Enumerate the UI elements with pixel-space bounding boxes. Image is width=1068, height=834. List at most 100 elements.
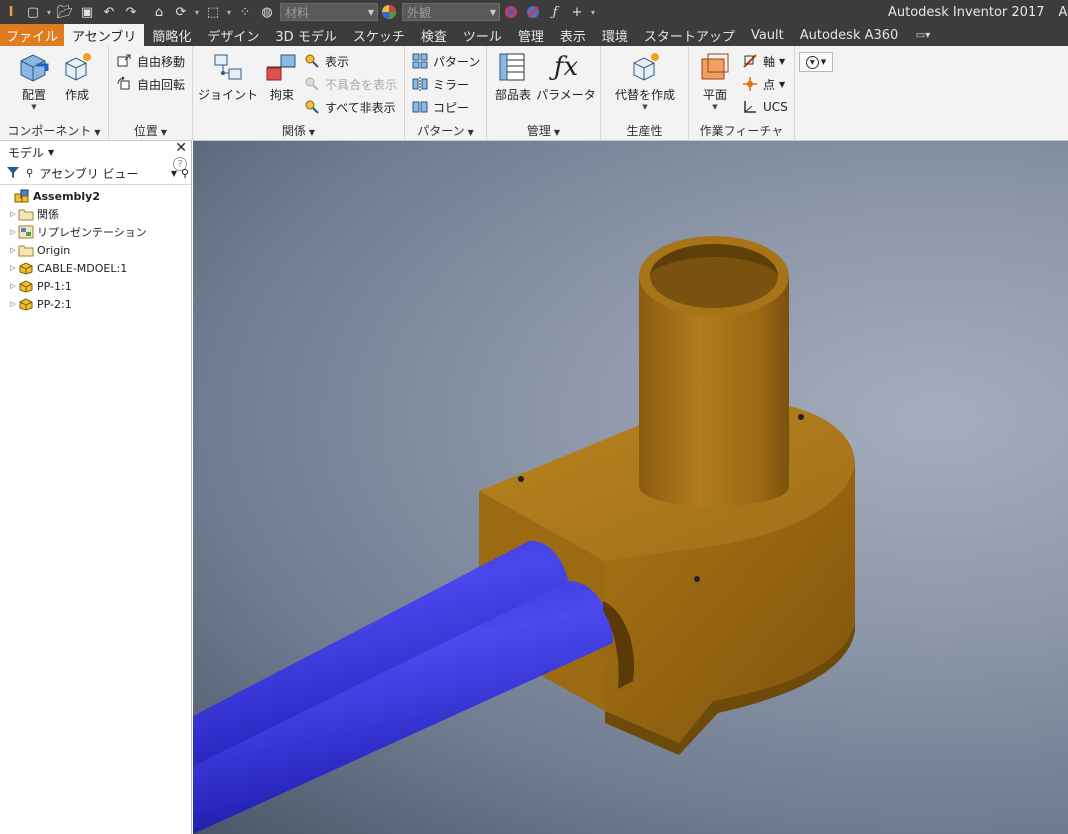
tab-autodesk-a360[interactable]: Autodesk A360 (792, 24, 907, 46)
measure-icon[interactable]: ⁘ (234, 1, 256, 23)
assembly-model-render[interactable] (193, 141, 1068, 834)
material-placeholder: 材料 (285, 5, 310, 20)
pattern-label: パターン (433, 54, 481, 69)
tree-node-origin[interactable]: ▷ Origin (0, 241, 191, 259)
constrain-icon (264, 50, 300, 84)
expand-icon[interactable]: ▷ (8, 282, 18, 290)
redo-icon[interactable]: ↷ (120, 1, 142, 23)
mirror-button[interactable]: ミラー (411, 73, 469, 95)
tree-node-label: 関係 (37, 208, 59, 221)
expand-icon[interactable]: ▷ (8, 264, 18, 272)
expand-icon[interactable]: ▷ (8, 228, 18, 236)
tab-3d-model[interactable]: 3D モデル (267, 24, 344, 46)
graphics-viewport[interactable] (193, 141, 1068, 834)
tab-vault[interactable]: Vault (743, 24, 792, 46)
tab-inspect[interactable]: 検査 (413, 24, 455, 46)
panel-title-component[interactable]: コンポーネント ▼ (0, 122, 108, 139)
plus-icon[interactable]: + (566, 1, 588, 23)
free-move-button[interactable]: 自由移動 (115, 50, 185, 72)
tab-environments[interactable]: 環境 (594, 24, 636, 46)
point-icon (741, 75, 759, 93)
clear-appearance-icon[interactable] (522, 1, 544, 23)
qat-customize-icon[interactable]: ▾ (588, 8, 598, 17)
search-icon[interactable]: ⚲ (181, 167, 189, 180)
parameters-label: パラメータ (536, 88, 596, 102)
bom-button[interactable]: 部品表 (491, 50, 535, 103)
tab-assembly[interactable]: アセンブリ (64, 24, 145, 46)
new-dropdown-icon[interactable]: ▾ (44, 8, 54, 17)
new-file-icon[interactable]: ▢ (22, 1, 44, 23)
panel-title-manage[interactable]: 管理 ▼ (487, 122, 600, 139)
adjust-appearance-icon[interactable] (500, 1, 522, 23)
material-combo[interactable]: 材料 ▼ (280, 3, 378, 21)
show-sick-icon (303, 75, 321, 93)
show-sick-button[interactable]: 不具合を表示 (303, 73, 397, 95)
assembly-view-label[interactable]: アセンブリ ビュー (39, 165, 138, 182)
axis-button[interactable]: 軸 ▼ (741, 50, 785, 72)
home-icon[interactable]: ⌂ (148, 1, 170, 23)
tree-node-label: PP-1:1 (37, 279, 72, 293)
assembly-view-icon: ⚲ (26, 168, 34, 179)
ucs-label: UCS (763, 100, 788, 114)
browser-title[interactable]: モデル (8, 144, 44, 161)
chevron-down-icon: ▼ (820, 58, 827, 66)
panel-title-position[interactable]: 位置 ▼ (109, 122, 192, 139)
create-button[interactable]: 作成 (55, 50, 99, 103)
open-icon[interactable]: 📂︎ (54, 1, 76, 23)
point-label: 点 (763, 77, 776, 92)
tree-node-root[interactable]: Assembly2 (0, 187, 191, 205)
fx-icon[interactable]: ƒ (544, 1, 566, 23)
select-icon[interactable]: ⬚ (202, 1, 224, 23)
tab-get-started[interactable]: スタートアップ (636, 24, 743, 46)
tab-view[interactable]: 表示 (552, 24, 594, 46)
tree-node-pp-1[interactable]: ▷ PP-1:1 (0, 277, 191, 295)
free-rotate-button[interactable]: 自由回転 (115, 73, 185, 95)
tab-file[interactable]: ファイル (0, 24, 65, 46)
close-icon[interactable]: ✕ (175, 140, 187, 156)
ucs-button[interactable]: UCS (741, 96, 788, 118)
show-relationships-button[interactable]: 表示 (303, 50, 349, 72)
panel-work-features: 平面 ▼ 軸 ▼ 点 ▼ UCS 作業フィーチャ (689, 46, 795, 141)
tab-manage[interactable]: 管理 (510, 24, 552, 46)
tab-design[interactable]: デザイン (199, 24, 267, 46)
expand-icon[interactable]: ▷ (8, 300, 18, 308)
tab-simplify[interactable]: 簡略化 (144, 24, 199, 46)
create-substitute-button[interactable]: 代替を作成 ▼ (611, 50, 679, 111)
plane-button[interactable]: 平面 ▼ (693, 50, 737, 111)
app-logo-icon[interactable]: I (0, 1, 22, 23)
point-button[interactable]: 点 ▼ (741, 73, 785, 95)
expand-icon[interactable]: ▷ (8, 246, 18, 254)
ribbon-display-toggle-icon[interactable]: ▭▾ (908, 24, 938, 46)
chevron-down-icon[interactable]: ▼ (171, 169, 177, 178)
place-button[interactable]: 配置 ▼ (12, 50, 56, 111)
tab-tools[interactable]: ツール (455, 24, 510, 46)
hide-all-button[interactable]: すべて非表示 (303, 96, 396, 118)
filter-icon[interactable] (6, 165, 20, 182)
update-dropdown-icon[interactable]: ▾ (192, 8, 202, 17)
constrain-button[interactable]: 拘束 (260, 50, 304, 103)
appearance-combo[interactable]: 外観 ▼ (402, 3, 500, 21)
color-wheel-icon[interactable]: ◍ (256, 1, 278, 23)
tree-node-representations[interactable]: ▷ リプレゼンテーション (0, 223, 191, 241)
tab-sketch[interactable]: スケッチ (345, 24, 413, 46)
panel-title-relationships[interactable]: 関係 ▼ (193, 122, 404, 139)
select-dropdown-icon[interactable]: ▾ (224, 8, 234, 17)
appearance-placeholder: 外観 (407, 5, 432, 20)
update-icon[interactable]: ⟳ (170, 1, 192, 23)
pattern-button[interactable]: パターン (411, 50, 480, 72)
joint-button[interactable]: ジョイント (197, 50, 259, 103)
tree-node-cable-model[interactable]: ▷ CABLE-MDOEL:1 (0, 259, 191, 277)
chevron-down-icon: ▼ (94, 128, 101, 137)
panel-component: 配置 ▼ 作成 コンポーネント ▼ (0, 46, 109, 141)
quick-access-dropdown-button[interactable]: ▼ ▼ (799, 52, 833, 72)
undo-icon[interactable]: ↶ (98, 1, 120, 23)
tree-node-relationships[interactable]: ▷ 関係 (0, 205, 191, 223)
expand-icon[interactable]: ▷ (8, 210, 18, 218)
panel-title-pattern[interactable]: パターン ▼ (405, 122, 486, 139)
tree-node-pp-2[interactable]: ▷ PP-2:1 (0, 295, 191, 313)
copy-button[interactable]: コピー (411, 96, 469, 118)
parameters-button[interactable]: ƒx パラメータ (535, 50, 597, 103)
save-icon[interactable]: ▣ (76, 1, 98, 23)
chevron-down-icon[interactable]: ▼ (48, 148, 54, 157)
appearance-icon[interactable] (378, 1, 400, 23)
